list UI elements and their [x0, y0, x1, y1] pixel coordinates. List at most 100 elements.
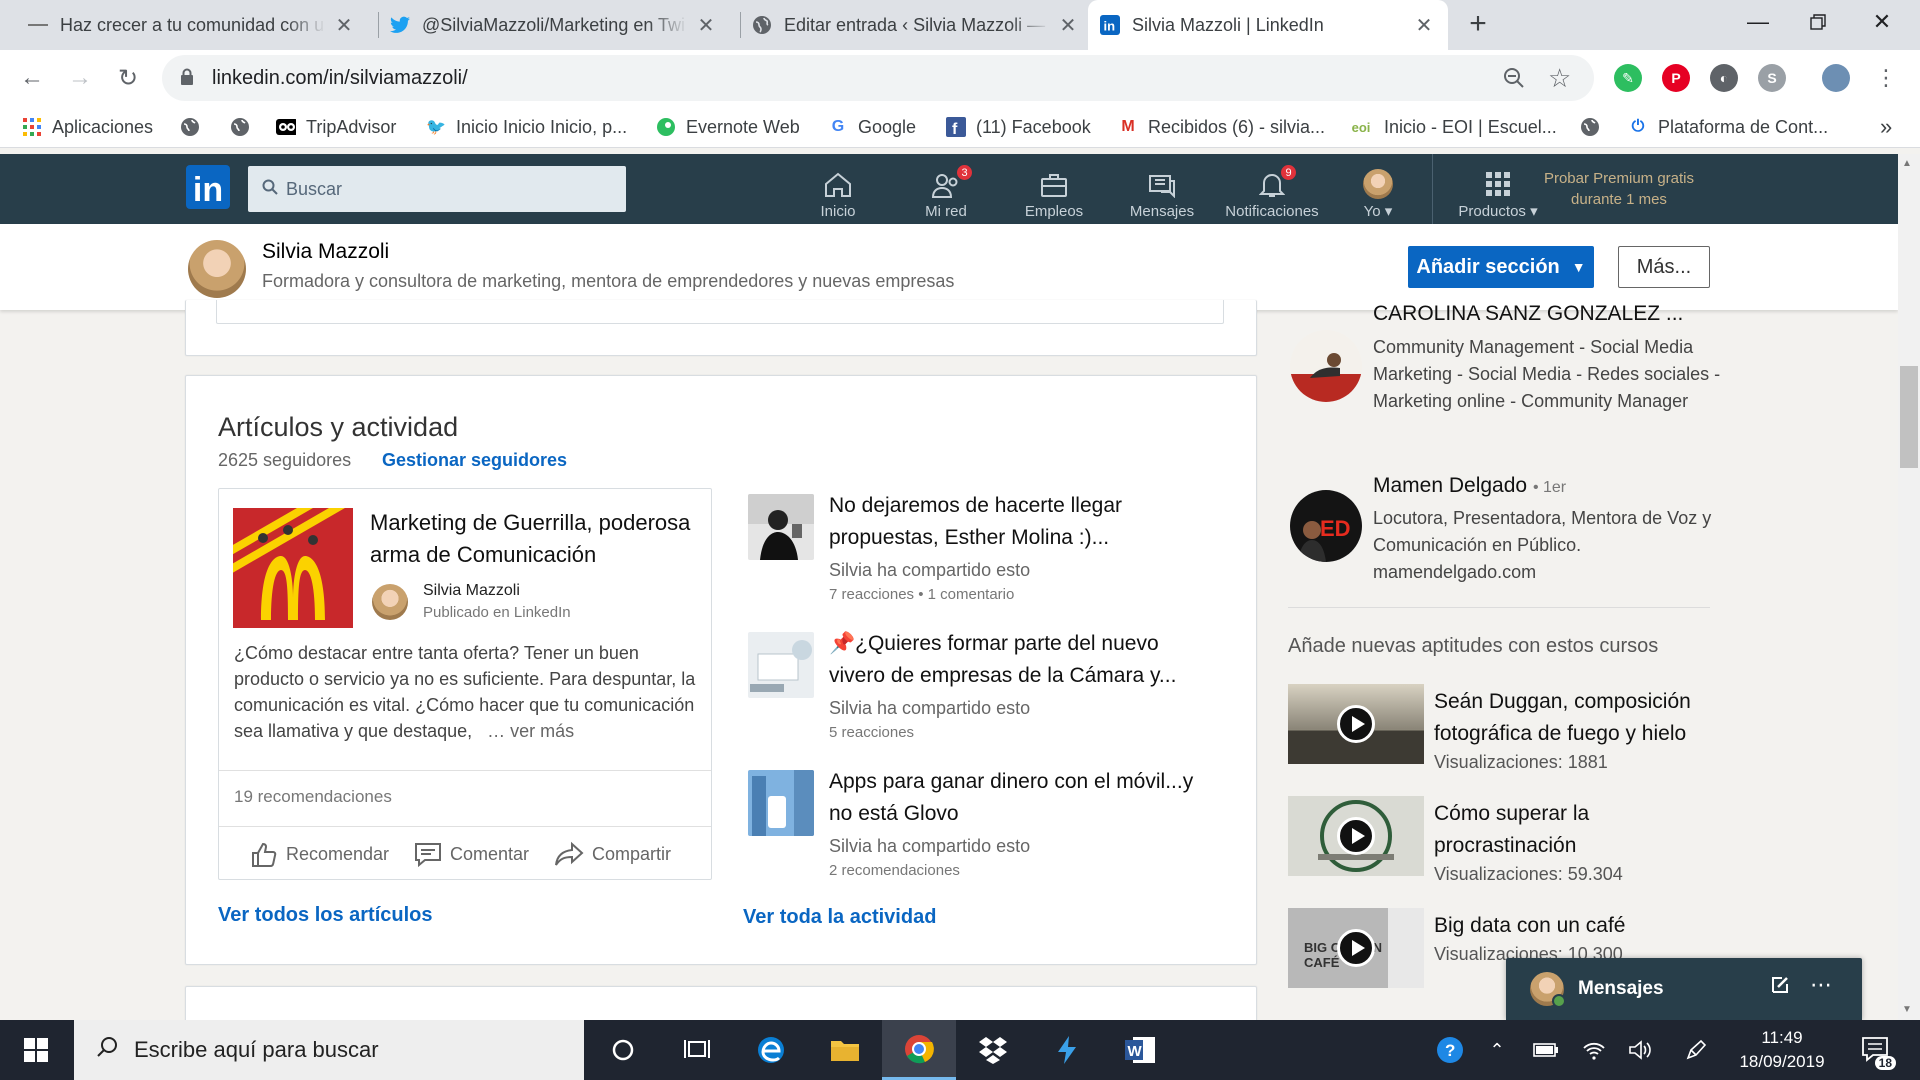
close-tab-icon[interactable]: ✕ — [332, 13, 356, 38]
course-title[interactable]: Cómo superar la procrastinación — [1434, 798, 1724, 862]
browser-tab[interactable]: Haz crecer a tu comunidad con u ✕ — [16, 0, 368, 50]
battery-icon[interactable] — [1526, 1020, 1566, 1080]
forward-icon[interactable]: → — [62, 60, 98, 96]
close-tab-icon[interactable]: ✕ — [1056, 13, 1080, 38]
bookmark-plataforma[interactable]: ⏻ Plataforma de Cont... — [1628, 106, 1828, 148]
compose-icon[interactable] — [1770, 975, 1790, 998]
bookmark-gmail[interactable]: M Recibidos (6) - silvia... — [1118, 106, 1325, 148]
activity-meta[interactable]: 7 reacciones • 1 comentario — [829, 586, 1014, 603]
browser-tab[interactable]: Editar entrada ‹ Silvia Mazzoli — ✕ — [740, 0, 1092, 50]
word-icon[interactable]: W — [1104, 1020, 1178, 1080]
windows-start-icon[interactable] — [0, 1020, 72, 1080]
nav-network[interactable]: 3 Mi red — [896, 160, 996, 220]
page-scrollbar[interactable] — [1898, 154, 1920, 1020]
skype-ext-icon[interactable]: S — [1758, 64, 1786, 92]
system-clock[interactable]: 11:49 18/09/2019 — [1732, 1026, 1832, 1074]
linkedin-logo[interactable]: in — [186, 165, 230, 209]
more-button[interactable]: Más... — [1618, 246, 1710, 288]
nav-home[interactable]: Inicio — [788, 160, 888, 220]
evernote-ext-icon[interactable]: ✎ — [1614, 64, 1642, 92]
new-tab-button[interactable]: + — [1458, 8, 1498, 42]
add-section-button[interactable]: Añadir sección ▼ — [1408, 246, 1594, 288]
edge-icon[interactable] — [734, 1020, 808, 1080]
minimize-button[interactable]: — — [1728, 0, 1788, 44]
bookmark-evernote[interactable]: Evernote Web — [656, 106, 800, 148]
close-tab-icon[interactable]: ✕ — [694, 13, 718, 38]
manage-followers-link[interactable]: Gestionar seguidores — [382, 450, 567, 471]
activity-meta[interactable]: 2 recomendaciones — [829, 862, 960, 879]
activity-meta[interactable]: 5 reacciones — [829, 724, 914, 741]
bookmark-facebook[interactable]: f (11) Facebook — [946, 106, 1091, 148]
bookmark-apps[interactable]: Aplicaciones — [22, 106, 153, 148]
article-title[interactable]: Marketing de Guerrilla, poderosa arma de… — [370, 507, 700, 571]
taskbar-search-input[interactable]: Escribe aquí para buscar — [74, 1020, 584, 1080]
dropbox-icon[interactable] — [956, 1020, 1030, 1080]
notifications-icon[interactable]: 18 — [1852, 1020, 1902, 1080]
task-view-icon[interactable] — [660, 1020, 734, 1080]
app-bolt-icon[interactable] — [1030, 1020, 1104, 1080]
share-button[interactable]: Compartir — [554, 832, 671, 876]
nav-messages[interactable]: Mensajes — [1112, 160, 1212, 220]
profile-avatar-icon[interactable] — [1822, 64, 1850, 92]
scroll-down-icon[interactable]: ▼ — [1902, 1004, 1912, 1015]
course-thumbnail[interactable] — [1288, 796, 1424, 876]
scrollbar-thumb[interactable] — [1900, 366, 1918, 468]
help-icon[interactable]: ? — [1430, 1020, 1470, 1080]
see-all-activity-link[interactable]: Ver toda la actividad — [743, 906, 936, 929]
profile-avatar[interactable] — [188, 240, 246, 298]
article-thumbnail[interactable] — [233, 508, 353, 628]
bookmark-globe[interactable] — [1580, 106, 1610, 148]
zoom-icon[interactable] — [1502, 66, 1526, 93]
restore-button[interactable] — [1788, 0, 1848, 44]
activity-thumbnail[interactable] — [748, 494, 814, 560]
activity-title[interactable]: Apps para ganar dinero con el móvil...y … — [829, 766, 1199, 830]
close-tab-icon[interactable]: ✕ — [1412, 13, 1436, 38]
pinterest-ext-icon[interactable]: P — [1662, 64, 1690, 92]
star-icon[interactable]: ☆ — [1548, 63, 1571, 94]
more-bookmarks-icon[interactable]: » — [1880, 106, 1892, 148]
chrome-icon[interactable] — [882, 1020, 956, 1080]
nav-jobs[interactable]: Empleos — [1004, 160, 1104, 220]
bookmark-twitter[interactable]: 🐦 Inicio Inicio Inicio, p... — [426, 106, 627, 148]
premium-link[interactable]: Probar Premium gratis durante 1 mes — [1534, 168, 1704, 210]
close-window-button[interactable]: ✕ — [1852, 0, 1912, 44]
reload-icon[interactable]: ↻ — [110, 60, 146, 96]
see-more-link[interactable]: … ver más — [487, 721, 574, 741]
extension-icon[interactable]: ◐ — [1710, 64, 1738, 92]
person-name[interactable]: Mamen Delgado • 1er — [1373, 474, 1566, 498]
bookmark-globe[interactable] — [230, 106, 260, 148]
bookmark-globe[interactable] — [180, 106, 210, 148]
activity-thumbnail[interactable] — [748, 632, 814, 698]
file-explorer-icon[interactable] — [808, 1020, 882, 1080]
chevron-up-icon[interactable]: ⌃ — [1480, 1020, 1514, 1080]
pen-icon[interactable] — [1676, 1020, 1716, 1080]
nav-notifications[interactable]: 9 Notificaciones — [1220, 160, 1324, 220]
bookmark-google[interactable]: G Google — [828, 106, 916, 148]
cortana-icon[interactable] — [586, 1020, 660, 1080]
bookmark-eoi[interactable]: eoi Inicio - EOI | Escuel... — [1348, 106, 1557, 148]
person-avatar[interactable] — [1290, 330, 1362, 402]
activity-title[interactable]: 📌¿Quieres formar parte del nuevo vivero … — [829, 628, 1199, 692]
scroll-up-icon[interactable]: ▲ — [1902, 158, 1912, 169]
recommendations-count[interactable]: 19 recomendaciones — [234, 787, 392, 807]
nav-me[interactable]: Yo ▾ — [1328, 160, 1428, 220]
wifi-icon[interactable] — [1574, 1020, 1614, 1080]
activity-thumbnail[interactable] — [748, 770, 814, 836]
course-thumbnail[interactable] — [1288, 684, 1424, 764]
search-input[interactable]: Buscar — [248, 166, 626, 212]
menu-kebab-icon[interactable]: ⋮ — [1868, 60, 1904, 96]
person-avatar[interactable]: ED — [1290, 490, 1362, 562]
address-bar[interactable]: linkedin.com/in/silviamazzoli/ ☆ — [162, 55, 1594, 101]
see-all-articles-link[interactable]: Ver todos los artículos — [218, 904, 433, 927]
browser-tab-active[interactable]: in Silvia Mazzoli | LinkedIn ✕ — [1088, 0, 1448, 50]
volume-icon[interactable] — [1620, 1020, 1660, 1080]
person-name[interactable]: CAROLINA SANZ GONZALEZ ... — [1373, 302, 1683, 326]
comment-button[interactable]: Comentar — [414, 832, 529, 876]
course-title[interactable]: Seán Duggan, composición fotográfica de … — [1434, 686, 1724, 750]
browser-tab[interactable]: @SilviaMazzoli/Marketing en Twi ✕ — [378, 0, 730, 50]
recommend-button[interactable]: Recomendar — [250, 832, 389, 876]
course-thumbnail[interactable]: BIG CON UN CAFÉ — [1288, 908, 1424, 988]
course-title[interactable]: Big data con un café — [1434, 910, 1724, 942]
more-options-icon[interactable]: ⋯ — [1810, 972, 1832, 998]
bookmark-tripadvisor[interactable]: TripAdvisor — [276, 106, 396, 148]
